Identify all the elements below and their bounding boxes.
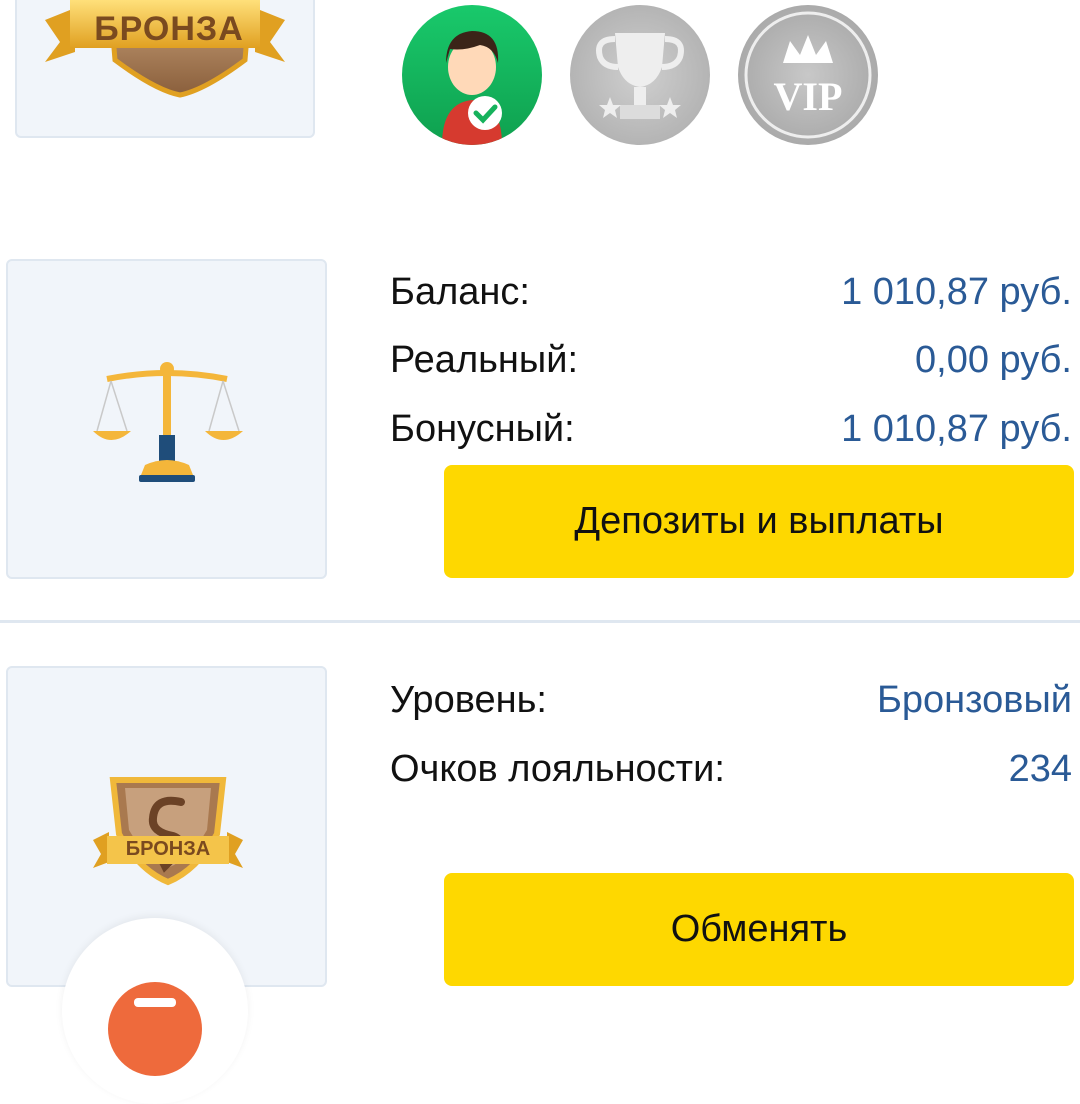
bonus-value: 1 010,87 руб. xyxy=(841,407,1072,450)
verified-user-icon xyxy=(442,31,502,145)
section-divider xyxy=(0,620,1080,623)
balance-label: Баланс: xyxy=(390,270,530,313)
loyalty-badge-label: БРОНЗА xyxy=(125,838,211,860)
trophy-icon xyxy=(596,33,684,119)
loyalty-row-level: Уровень: Бронзовый xyxy=(390,672,1072,728)
bronze-shield-icon xyxy=(93,777,243,886)
chat-minimize-icon xyxy=(108,982,202,1076)
scales-icon xyxy=(93,362,243,482)
trophy-achievement[interactable] xyxy=(570,5,710,145)
level-badge-tile: БРОНЗА xyxy=(15,0,315,138)
balance-icon-tile xyxy=(6,259,327,579)
balance-row-bonus: Бонусный: 1 010,87 руб. xyxy=(390,401,1072,457)
balance-row-real: Реальный: 0,00 руб. xyxy=(390,332,1072,388)
deposits-withdrawals-button[interactable]: Депозиты и выплаты xyxy=(444,465,1074,578)
exchange-button[interactable]: Обменять xyxy=(444,873,1074,986)
points-label: Очков лояльности: xyxy=(390,747,725,790)
verified-user-achievement[interactable] xyxy=(402,5,542,145)
level-value: Бронзовый xyxy=(876,678,1072,721)
real-label: Реальный: xyxy=(390,338,578,381)
chat-fab-container[interactable] xyxy=(62,918,248,1104)
points-value: 234 xyxy=(1008,747,1072,790)
level-badge-label: БРОНЗА xyxy=(94,10,244,48)
loyalty-row-points: Очков лояльности: 234 xyxy=(390,741,1072,797)
balance-value: 1 010,87 руб. xyxy=(841,270,1072,313)
level-label: Уровень: xyxy=(390,678,547,721)
real-value: 0,00 руб. xyxy=(915,338,1072,381)
vip-achievement[interactable]: VIP xyxy=(738,5,878,145)
bonus-label: Бонусный: xyxy=(390,407,575,450)
balance-row-total: Баланс: 1 010,87 руб. xyxy=(390,264,1072,320)
vip-label: VIP xyxy=(773,74,843,119)
